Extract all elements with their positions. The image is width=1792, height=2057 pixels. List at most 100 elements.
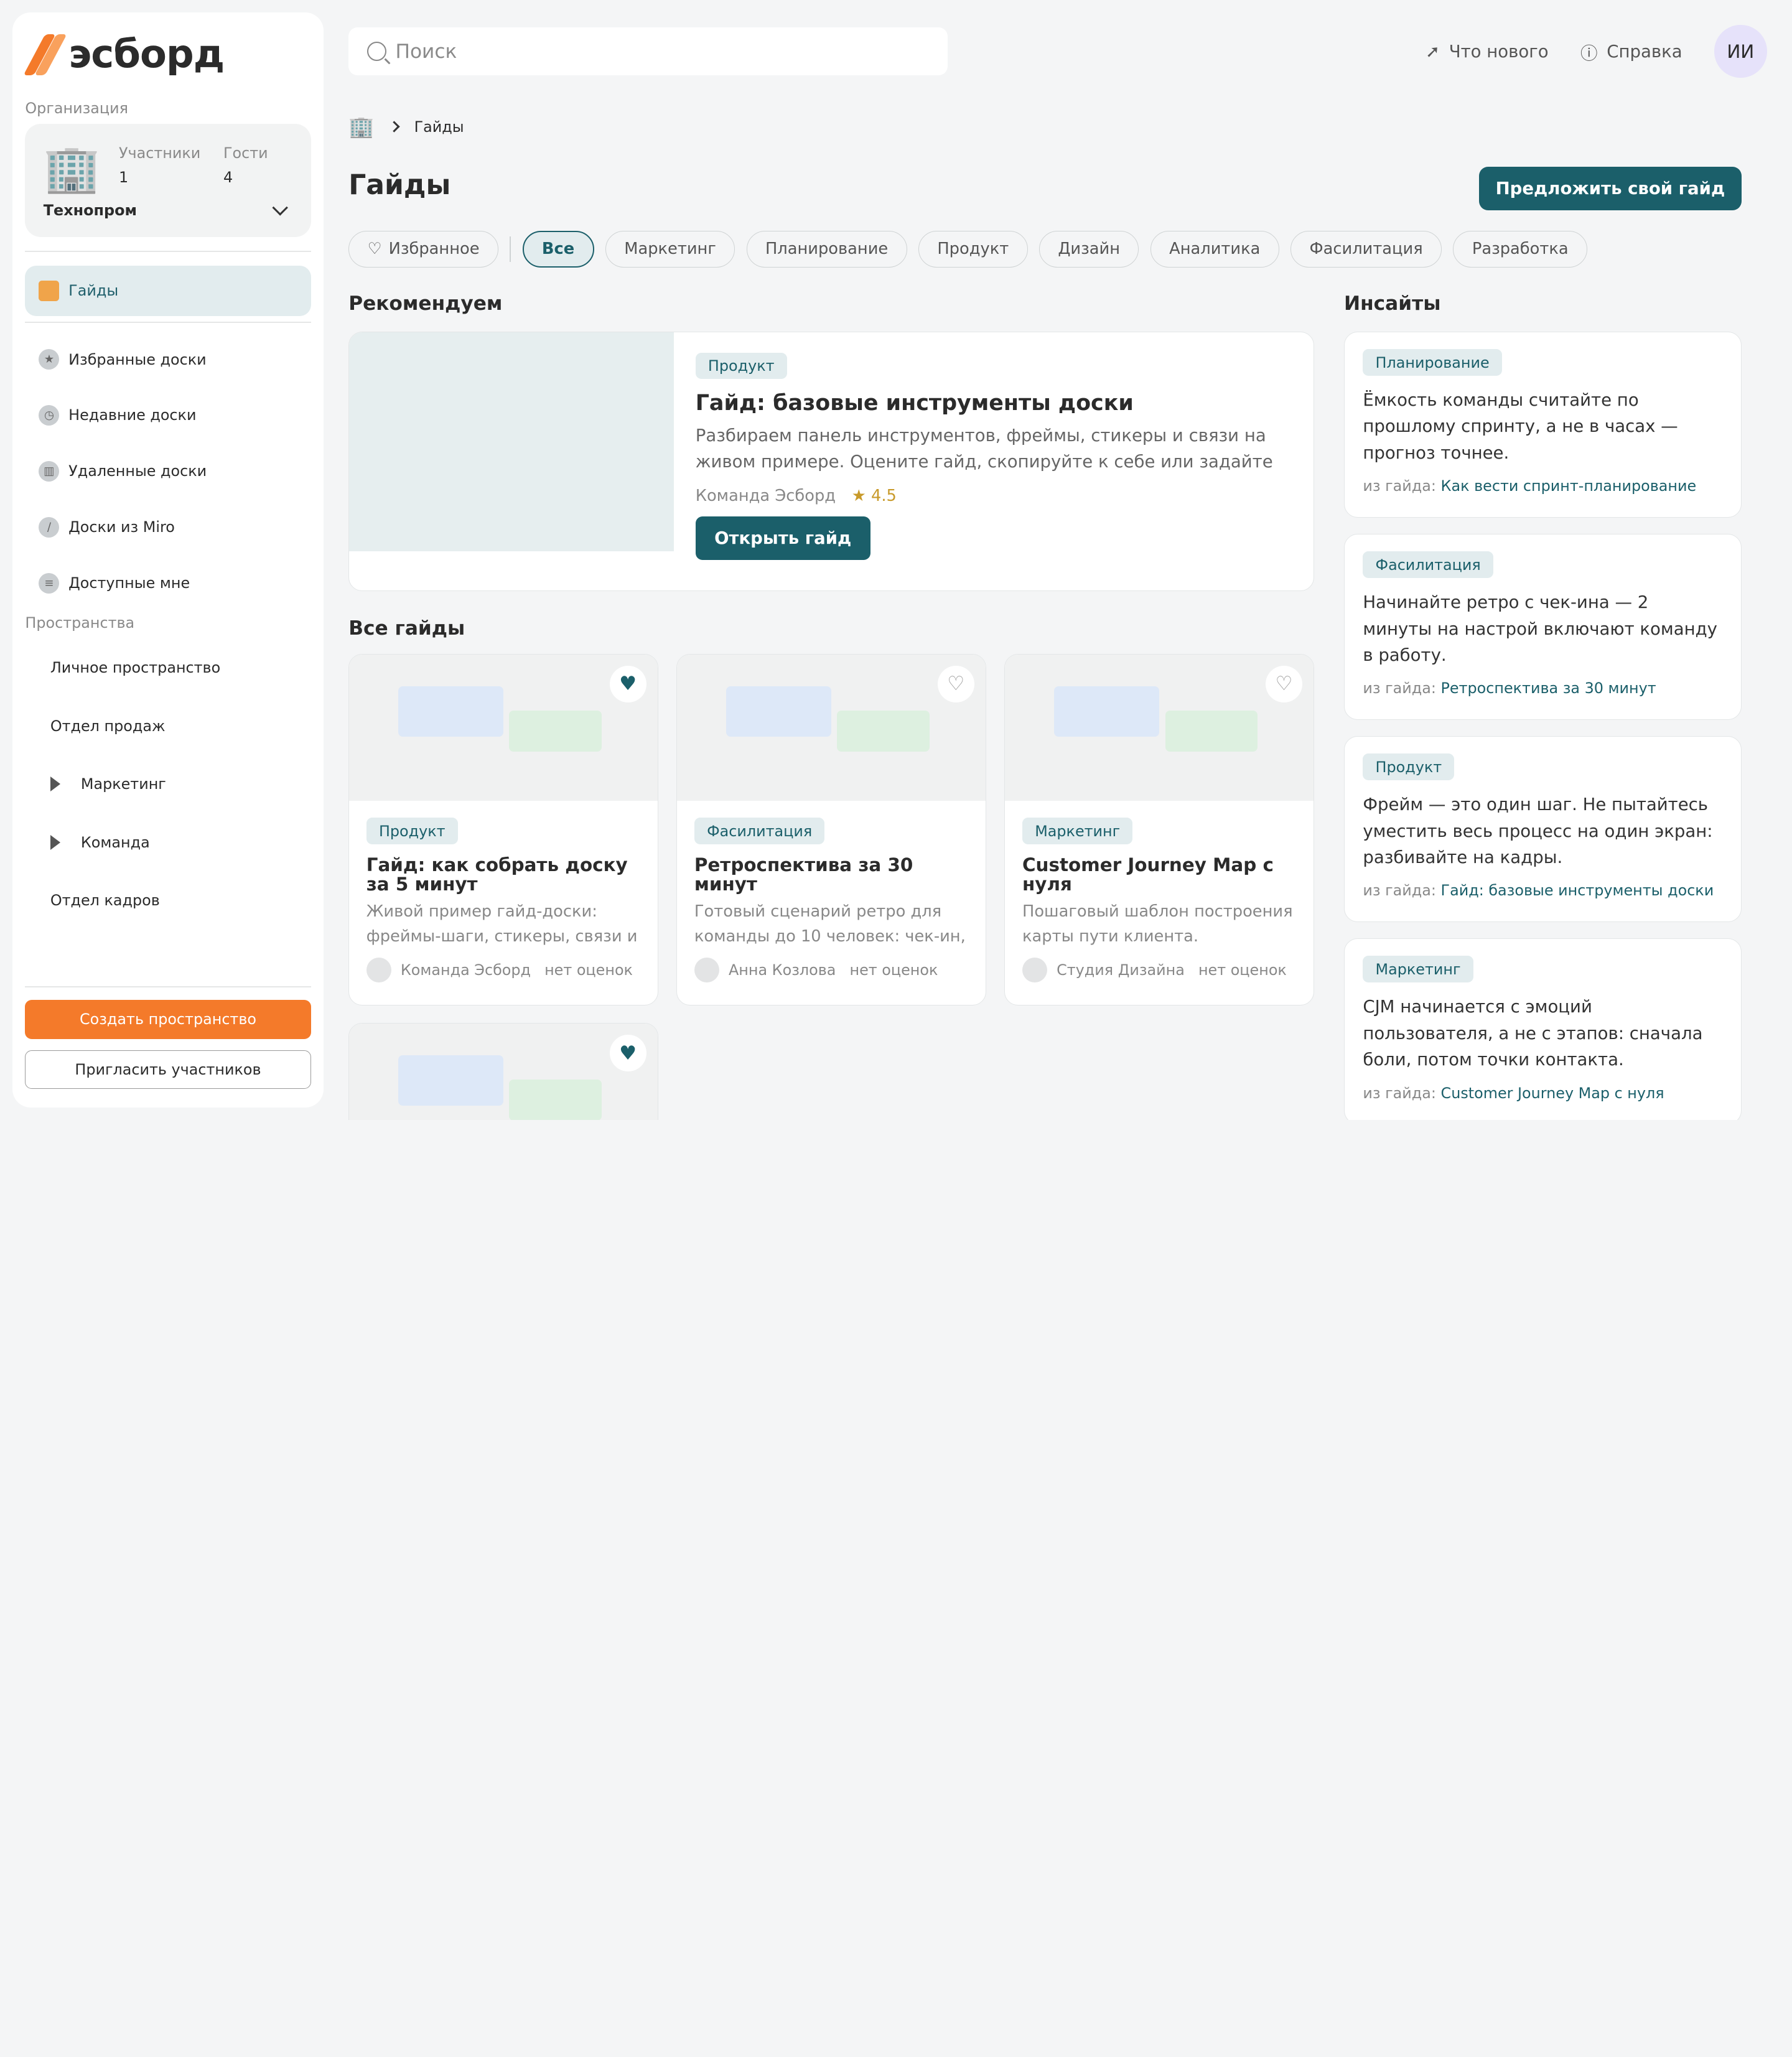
heart-filled-icon[interactable]: ♥ — [609, 1035, 646, 1071]
guide-rating: ★ 4.5 — [851, 486, 897, 505]
filter-product[interactable]: Продукт — [918, 231, 1028, 268]
insight-source-prefix: из гайда: — [1363, 679, 1436, 697]
guide-rating: нет оценок — [544, 961, 633, 979]
filter-planning[interactable]: Планирование — [746, 231, 907, 268]
insights-heading: Инсайты — [1343, 292, 1441, 315]
guide-author: Анна Козлова — [728, 961, 836, 979]
sidebar-item-recent-boards[interactable]: ◷ Недавние доски — [25, 390, 310, 441]
logo-text: эсборд — [68, 30, 225, 77]
filter-favorites[interactable]: ♡ Избранное — [348, 231, 498, 268]
guide-author: Студия Дизайна — [1057, 961, 1185, 979]
expand-triangle-icon[interactable] — [50, 834, 60, 850]
guests-label: Гости — [223, 144, 268, 162]
suggest-guide-button[interactable]: Предложить свой гайд — [1478, 167, 1742, 210]
insight-text: CJM начинается с эмоций пользователя, а … — [1363, 997, 1703, 1070]
divider — [25, 321, 311, 323]
guide-card[interactable]: ♥ Продукт Гайд: как собрать доску за 5 м… — [348, 653, 658, 1006]
sidebar-item-favorite-boards[interactable]: ★ Избранные доски — [25, 334, 310, 385]
divider — [510, 236, 511, 262]
space-item-label: Отдел кадров — [50, 892, 160, 910]
guide-title: Customer Journey Map с нуля — [1022, 856, 1274, 895]
chevron-right-icon — [388, 121, 400, 133]
insight-text: Начинайте ретро с чек-ина — 2 минуты на … — [1363, 592, 1717, 665]
insight-source-prefix: из гайда: — [1363, 882, 1436, 900]
heart-outline-icon: ♡ — [367, 240, 382, 259]
tag-badge: Продукт — [1363, 753, 1455, 781]
breadcrumb-current: Гайды — [414, 118, 464, 136]
user-avatar[interactable]: ИИ — [1714, 25, 1767, 78]
sidebar-item-miro-boards[interactable]: / Доски из Miro — [25, 502, 310, 553]
org-name: Технопром — [43, 201, 137, 219]
sidebar-item-guides[interactable]: Гайды — [25, 265, 311, 316]
sidebar-item-label: Доски из Miro — [68, 518, 175, 536]
guide-card[interactable]: ♡ Фасилитация Ретроспектива за 30 минут … — [676, 653, 987, 1006]
shared-doc-icon: ≡ — [39, 572, 60, 594]
insight-text: Ёмкость команды считайте по прошлому спр… — [1363, 390, 1678, 463]
insight-source-link[interactable]: Гайд: базовые инструменты доски — [1441, 882, 1714, 899]
search-input[interactable] — [395, 40, 922, 63]
search-bar[interactable] — [348, 27, 948, 76]
guide-card[interactable]: ♡ Маркетинг Customer Journey Map с нуля … — [1004, 653, 1315, 1006]
members-label: Участники — [118, 144, 201, 162]
author-avatar — [694, 957, 720, 983]
guide-preview-image — [349, 332, 674, 552]
heart-outline-icon[interactable]: ♡ — [1266, 665, 1302, 702]
open-guide-button[interactable]: Открыть гайд — [695, 516, 870, 560]
sidebar-item-label: Удаленные доски — [68, 462, 207, 480]
tag-badge: Планирование — [1363, 349, 1502, 376]
chevron-down-icon[interactable] — [272, 199, 288, 216]
clock-icon: ◷ — [39, 404, 60, 426]
guide-preview-image: ♥ — [349, 654, 658, 801]
insight-text: Фрейм — это один шаг. Не пытайтесь умест… — [1363, 795, 1713, 867]
guide-rating: нет оценок — [849, 961, 938, 979]
guide-title: Гайд: базовые инструменты доски — [695, 390, 1134, 416]
filter-facilitation[interactable]: Фасилитация — [1290, 231, 1442, 268]
tag-badge: Продукт — [366, 818, 458, 844]
guide-preview-image: ♡ — [1005, 654, 1314, 801]
insights-list: Планирование Ёмкость команды считайте по… — [1343, 331, 1742, 1120]
insight-card[interactable]: Планирование Ёмкость команды считайте по… — [1343, 331, 1742, 518]
logo[interactable]: эсборд — [23, 29, 310, 79]
insight-source-link[interactable]: Как вести спринт-планирование — [1441, 477, 1697, 495]
tag-badge: Фасилитация — [694, 818, 825, 844]
filter-marketing[interactable]: Маркетинг — [605, 231, 735, 268]
whats-new-link[interactable]: ➚ Что нового — [1426, 42, 1549, 62]
invite-members-button[interactable]: Пригласить участников — [25, 1050, 311, 1089]
sidebar-item-shared-with-me[interactable]: ≡ Доступные мне — [25, 558, 310, 609]
filter-development[interactable]: Разработка — [1453, 231, 1588, 268]
filter-analytics[interactable]: Аналитика — [1150, 231, 1279, 268]
tag-badge: Фасилитация — [1363, 551, 1493, 578]
space-item-team[interactable]: Команда — [25, 813, 310, 872]
spaces-section-label: Пространства — [25, 614, 135, 632]
building-icon[interactable]: 🏢 — [348, 114, 374, 139]
help-circle-icon: ⓘ — [1580, 43, 1598, 63]
insight-card[interactable]: Фасилитация Начинайте ретро с чек-ина — … — [1343, 533, 1742, 721]
heart-outline-icon[interactable]: ♡ — [937, 665, 974, 702]
insight-card[interactable]: Маркетинг CJM начинается с эмоций пользо… — [1343, 938, 1742, 1120]
space-item-personal[interactable]: Личное пространство — [25, 638, 310, 697]
guide-preview-image: ♥ — [349, 1023, 658, 1120]
insight-card[interactable]: Продукт Фрейм — это один шаг. Не пытайте… — [1343, 735, 1742, 923]
chip-label: Избранное — [388, 240, 480, 259]
heart-filled-icon[interactable]: ♥ — [609, 665, 646, 702]
rocket-icon: ➚ — [1425, 41, 1440, 62]
guide-card[interactable]: ♥ — [348, 1022, 658, 1120]
space-item-hr[interactable]: Отдел кадров — [25, 872, 310, 930]
space-item-marketing[interactable]: Маркетинг — [25, 755, 310, 813]
divider — [25, 986, 311, 987]
insight-source-link[interactable]: Ретроспектива за 30 минут — [1441, 679, 1656, 697]
expand-triangle-icon[interactable] — [50, 777, 60, 792]
org-card[interactable]: 🏢 Участники 1 Гости 4 Технопром — [25, 123, 311, 238]
sidebar-item-label: Избранные доски — [68, 350, 207, 368]
guests-stat: Гости 4 — [223, 144, 268, 195]
guide-title: Ретроспектива за 30 минут — [694, 856, 913, 895]
filter-design[interactable]: Дизайн — [1038, 231, 1139, 268]
insight-source-link[interactable]: Customer Journey Map с нуля — [1441, 1084, 1664, 1102]
sidebar-item-deleted-boards[interactable]: ▥ Удаленные доски — [25, 446, 310, 497]
recommended-card[interactable]: Продукт Гайд: базовые инструменты доски … — [348, 331, 1315, 591]
filter-all[interactable]: Все — [522, 231, 594, 268]
space-item-sales[interactable]: Отдел продаж — [25, 697, 310, 755]
create-space-button[interactable]: Создать пространство — [25, 1000, 311, 1039]
guide-title: Гайд: как собрать доску за 5 минут — [366, 856, 628, 895]
help-link[interactable]: ⓘ Справка — [1580, 39, 1682, 64]
